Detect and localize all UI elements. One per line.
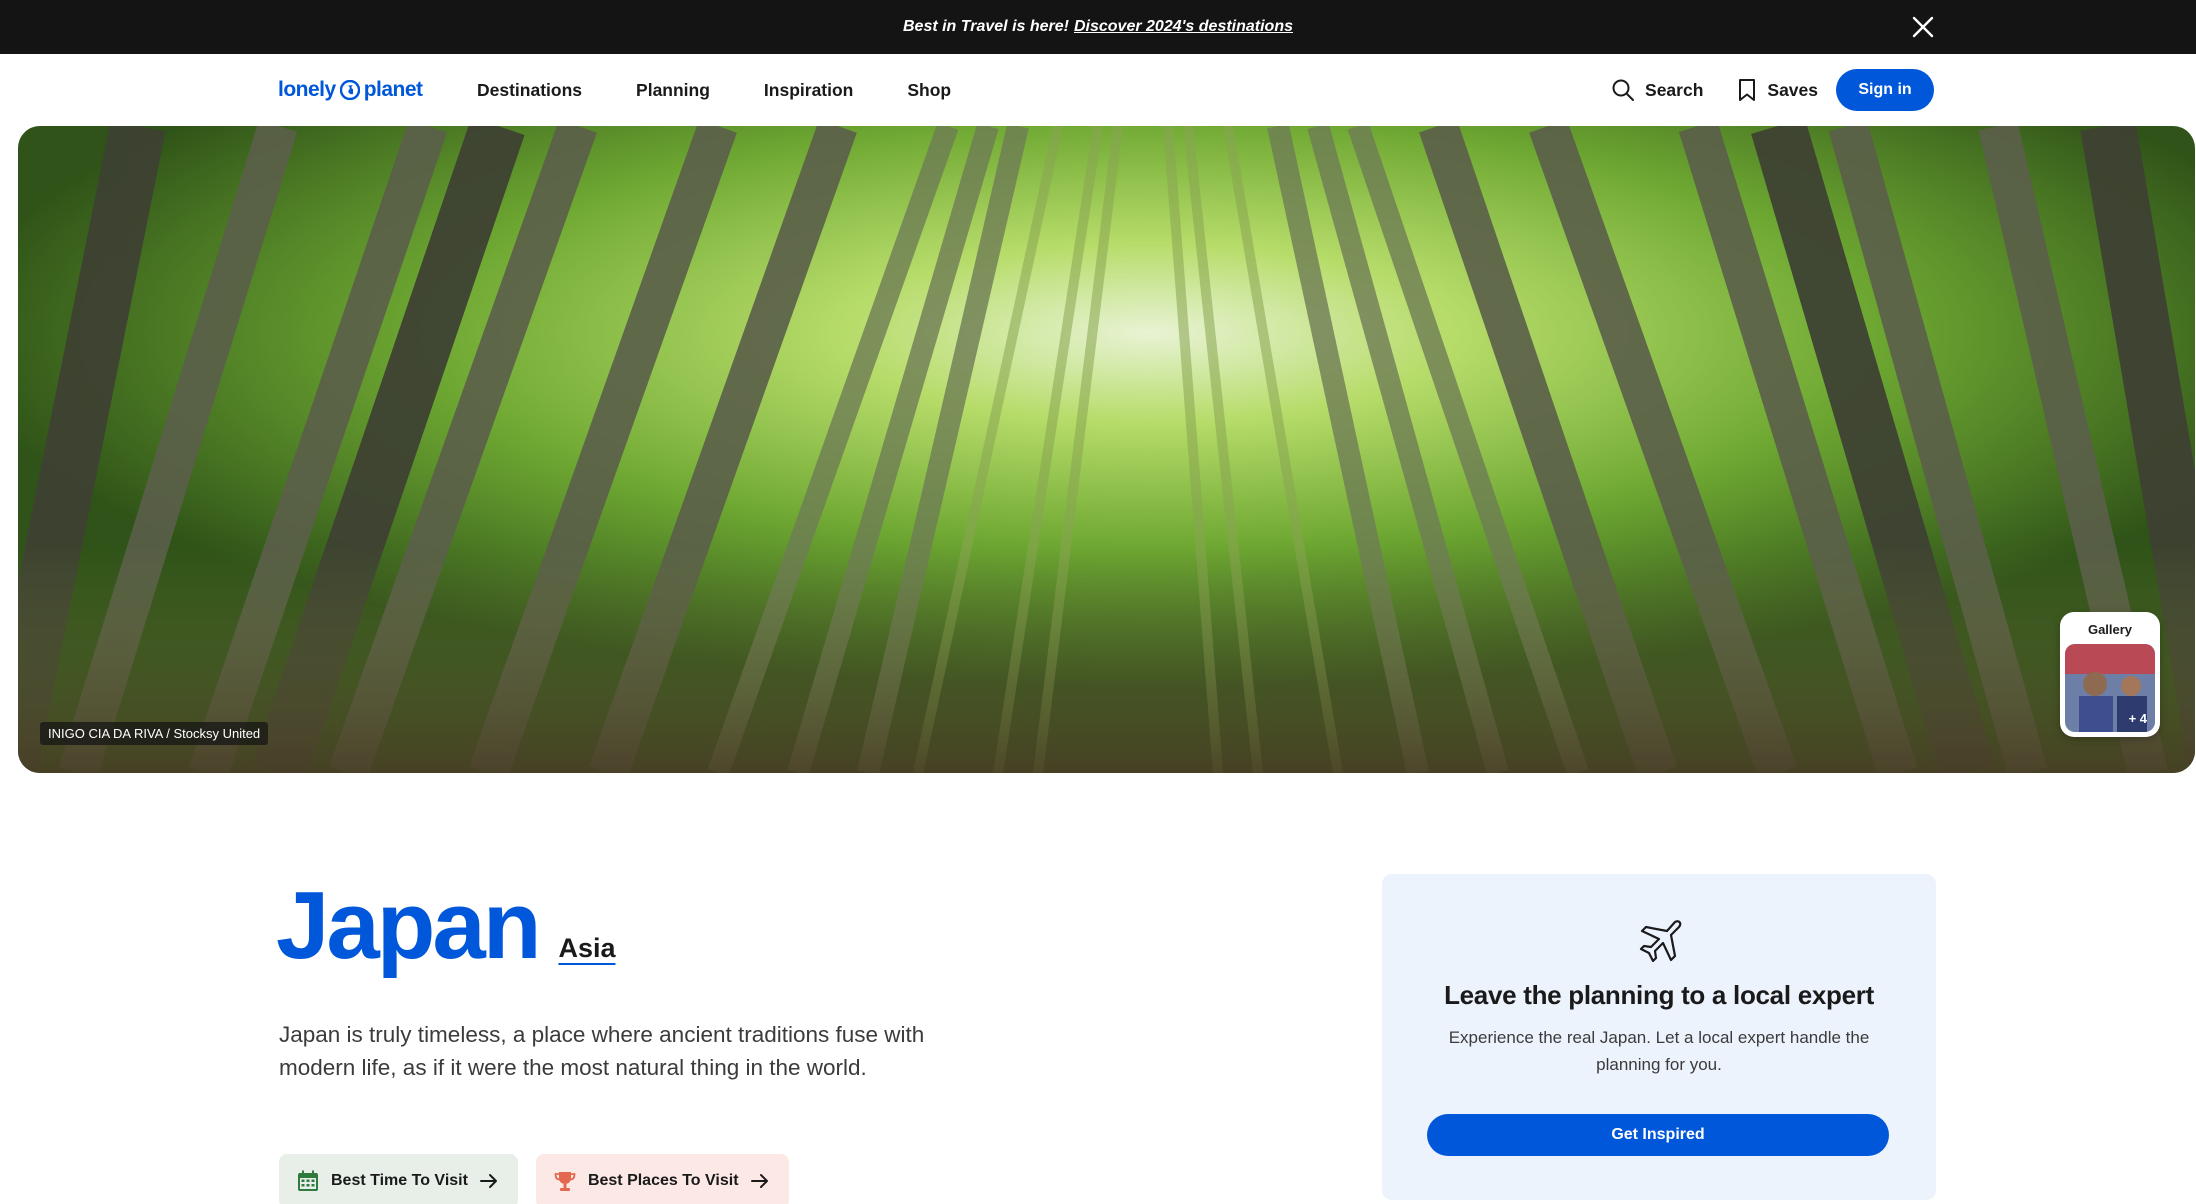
- nav-inspiration[interactable]: Inspiration: [764, 80, 853, 101]
- lonely-planet-logo[interactable]: lonely planet: [278, 74, 423, 106]
- best-time-label: Best Time To Visit: [331, 1172, 468, 1189]
- best-time-to-visit-button[interactable]: Best Time To Visit: [279, 1154, 518, 1204]
- search-button[interactable]: Search: [1611, 78, 1703, 102]
- nav-shop[interactable]: Shop: [907, 80, 951, 101]
- bamboo-forest-photo: [18, 126, 2195, 773]
- expert-text: Experience the real Japan. Let a local e…: [1448, 1028, 1870, 1074]
- close-banner-button[interactable]: [1906, 10, 1940, 44]
- gallery-button[interactable]: Gallery + 4: [2060, 612, 2160, 737]
- promo-link[interactable]: Discover 2024's destinations: [1074, 18, 1293, 36]
- saves-button[interactable]: Saves: [1737, 78, 1818, 102]
- nav-planning[interactable]: Planning: [636, 80, 710, 101]
- arrow-right-icon: [750, 1174, 768, 1188]
- gallery-label: Gallery: [2087, 622, 2133, 637]
- destination-intro: Japan is truly timeless, a place where a…: [279, 1022, 925, 1080]
- globe-icon: [339, 80, 360, 100]
- close-icon: [1912, 16, 1934, 38]
- calendar-icon: [298, 1170, 318, 1191]
- site-header: lonely planet Destinations Planning Insp…: [0, 54, 2196, 126]
- best-places-label: Best Places To Visit: [587, 1172, 739, 1189]
- trophy-icon: [554, 1172, 576, 1191]
- sign-in-button[interactable]: Sign in: [1836, 69, 1934, 111]
- logo-text-right: planet: [363, 78, 423, 101]
- header-actions: Search Saves Sign in: [1611, 54, 1934, 126]
- bookmark-icon: [1739, 79, 1756, 101]
- gallery-count: + 4: [2128, 711, 2147, 726]
- page-title: Japan: [276, 872, 541, 979]
- saves-label: Saves: [1767, 79, 1818, 100]
- gallery-thumbnail: + 4: [2065, 644, 2155, 732]
- best-places-to-visit-button[interactable]: Best Places To Visit: [535, 1154, 789, 1204]
- logo-text-left: lonely: [278, 78, 336, 101]
- expert-title: Leave the planning to a local expert: [1444, 980, 1874, 1010]
- arrow-right-icon: [479, 1174, 497, 1188]
- photo-credit: INIGO CIA DA RIVA / Stocksy United: [40, 722, 269, 745]
- hero-image: INIGO CIA DA RIVA / Stocksy United Galle…: [18, 126, 2195, 773]
- quick-links: Best Time To Visit Best Places To Visit: [279, 1154, 789, 1204]
- promo-banner: Best in Travel is here! Discover 2024's …: [0, 0, 2196, 54]
- search-label: Search: [1645, 79, 1704, 100]
- airplane-icon: [1639, 920, 1682, 963]
- search-icon: [1612, 79, 1635, 101]
- main-nav: Destinations Planning Inspiration Shop: [477, 54, 951, 126]
- nav-destinations[interactable]: Destinations: [477, 80, 582, 101]
- destination-heading: Japan Asia: [276, 878, 616, 974]
- promo-text: Best in Travel is here!: [902, 18, 1069, 35]
- local-expert-card: Leave the planning to a local expert Exp…: [1382, 874, 1936, 1200]
- get-inspired-button[interactable]: Get Inspired: [1427, 1114, 1889, 1156]
- region-link[interactable]: Asia: [558, 933, 615, 964]
